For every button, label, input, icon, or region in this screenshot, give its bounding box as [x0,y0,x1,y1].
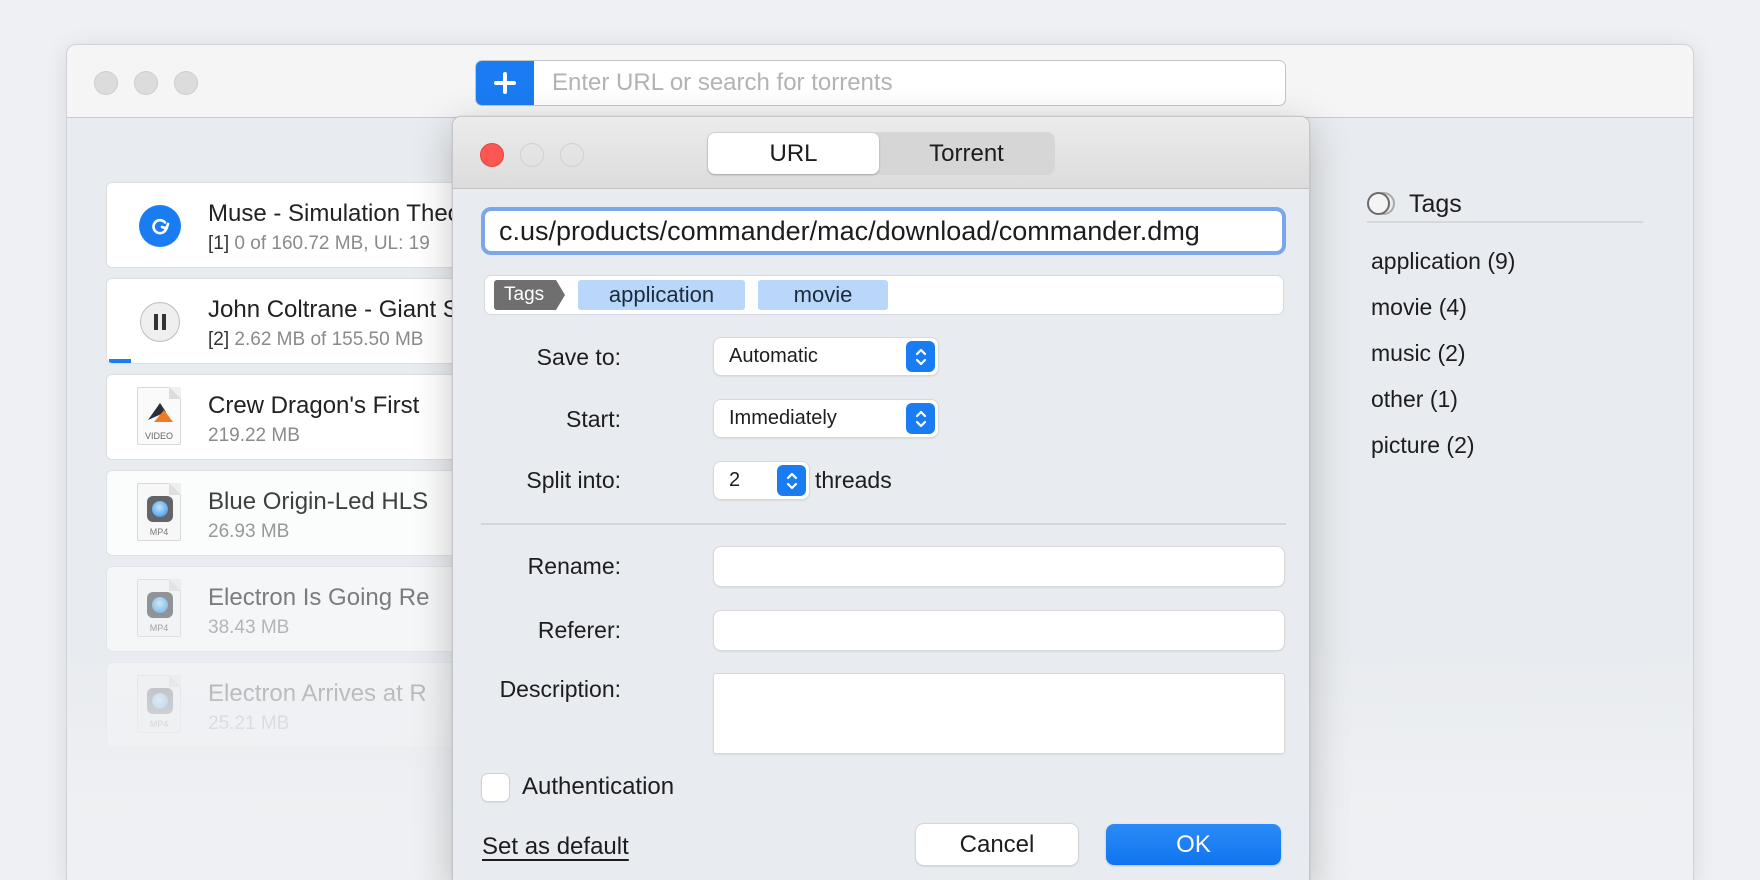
search-bar [475,60,1286,106]
download-title: Muse - Simulation Theory [208,200,466,227]
start-select[interactable]: Immediately [714,400,938,437]
rename-input[interactable] [714,547,1284,586]
download-progress-bar [109,359,131,363]
close-button-inactive[interactable] [94,71,118,95]
mp4-file-icon: MP4 [137,579,181,637]
download-detail: [1] 0 of 160.72 MB, UL: 19 [208,233,430,254]
download-detail: 25.21 MB [208,713,290,734]
download-title: Electron Is Going Re [208,584,430,611]
minimize-button-inactive[interactable] [134,71,158,95]
tags-toggle-icon[interactable] [1367,192,1395,216]
authentication-checkbox[interactable] [482,774,509,801]
description-textarea[interactable] [714,674,1284,753]
split-into-label: Split into: [526,467,621,493]
save-to-select[interactable]: Automatic [714,338,938,375]
form-divider [481,523,1286,525]
threads-label: threads [815,467,892,493]
tag-filter-item[interactable]: application (9) [1371,247,1643,293]
save-to-label: Save to: [536,344,621,370]
tag-filter-item[interactable]: movie (4) [1371,293,1643,339]
cancel-button[interactable]: Cancel [916,824,1078,865]
add-download-dialog: URL Torrent Tags application movie Save … [452,116,1310,880]
mp4-file-icon: MP4 [137,483,181,541]
tag-chip-application[interactable]: application [578,280,745,310]
tags-list: application (9) movie (4) music (2) othe… [1367,247,1643,477]
authentication-label[interactable]: Authentication [522,773,674,801]
source-type-segmented-control: URL Torrent [707,132,1055,175]
url-field-wrapper [481,207,1286,255]
select-arrows-icon [906,403,935,434]
url-input[interactable] [485,215,1282,247]
download-detail: 219.22 MB [208,425,300,446]
video-file-icon: VIDEO [137,387,181,445]
referer-label: Referer: [537,617,621,643]
plus-icon [494,72,516,94]
download-item[interactable]: MP4 Blue Origin-Led HLS 26.93 MB [106,470,466,556]
tag-filter-item[interactable]: other (1) [1371,385,1643,431]
threads-stepper[interactable]: 2 [714,462,809,499]
tag-filter-item[interactable]: music (2) [1371,339,1643,385]
download-detail: [2] 2.62 MB of 155.50 MB [208,329,424,350]
download-item[interactable]: MP4 Electron Is Going Re 38.43 MB [106,566,466,652]
dialog-maximize-button [560,143,584,167]
description-label: Description: [499,676,621,702]
main-titlebar [67,45,1693,118]
download-detail: 38.43 MB [208,617,290,638]
dialog-minimize-button [520,143,544,167]
download-title: Blue Origin-Led HLS [208,488,429,515]
download-title: Electron Arrives at R [208,680,427,707]
tab-url[interactable]: URL [708,133,879,174]
tags-title: Tags [1409,190,1462,218]
tags-badge: Tags [494,280,565,310]
download-item[interactable]: Muse - Simulation Theory [1] 0 of 160.72… [106,182,466,268]
referer-input[interactable] [714,611,1284,650]
download-item[interactable]: John Coltrane - Giant Steps [2] 2.62 MB … [106,278,466,364]
tag-chip-movie[interactable]: movie [758,280,888,310]
tag-filter-item[interactable]: picture (2) [1371,431,1643,477]
tags-field[interactable]: Tags application movie [484,275,1284,315]
download-item[interactable]: MP4 Electron Arrives at R 25.21 MB [106,662,466,748]
tags-sidebar: Tags application (9) movie (4) music (2)… [1367,185,1643,477]
set-as-default-link[interactable]: Set as default [482,833,629,861]
resume-button[interactable] [139,205,181,247]
tags-header: Tags [1367,185,1643,223]
download-title: John Coltrane - Giant Steps [208,296,465,323]
stepper-arrows-icon[interactable] [777,465,806,496]
start-label: Start: [566,406,621,432]
download-list: Muse - Simulation Theory [1] 0 of 160.72… [106,182,466,758]
search-input[interactable] [534,61,1285,105]
refresh-icon [152,218,170,235]
pause-icon [154,314,166,330]
pause-button[interactable] [140,302,180,342]
tab-torrent[interactable]: Torrent [879,133,1054,174]
download-title: Crew Dragon's First [208,392,420,419]
rename-label: Rename: [527,553,621,579]
dialog-titlebar: URL Torrent [453,117,1309,189]
download-item[interactable]: VIDEO Crew Dragon's First 219.22 MB [106,374,466,460]
ok-button[interactable]: OK [1106,824,1281,865]
dialog-close-button[interactable] [480,143,504,167]
maximize-button-inactive[interactable] [174,71,198,95]
select-arrows-icon [906,341,935,372]
add-download-button[interactable] [476,61,534,105]
mp4-file-icon: MP4 [137,675,181,733]
download-detail: 26.93 MB [208,521,290,542]
